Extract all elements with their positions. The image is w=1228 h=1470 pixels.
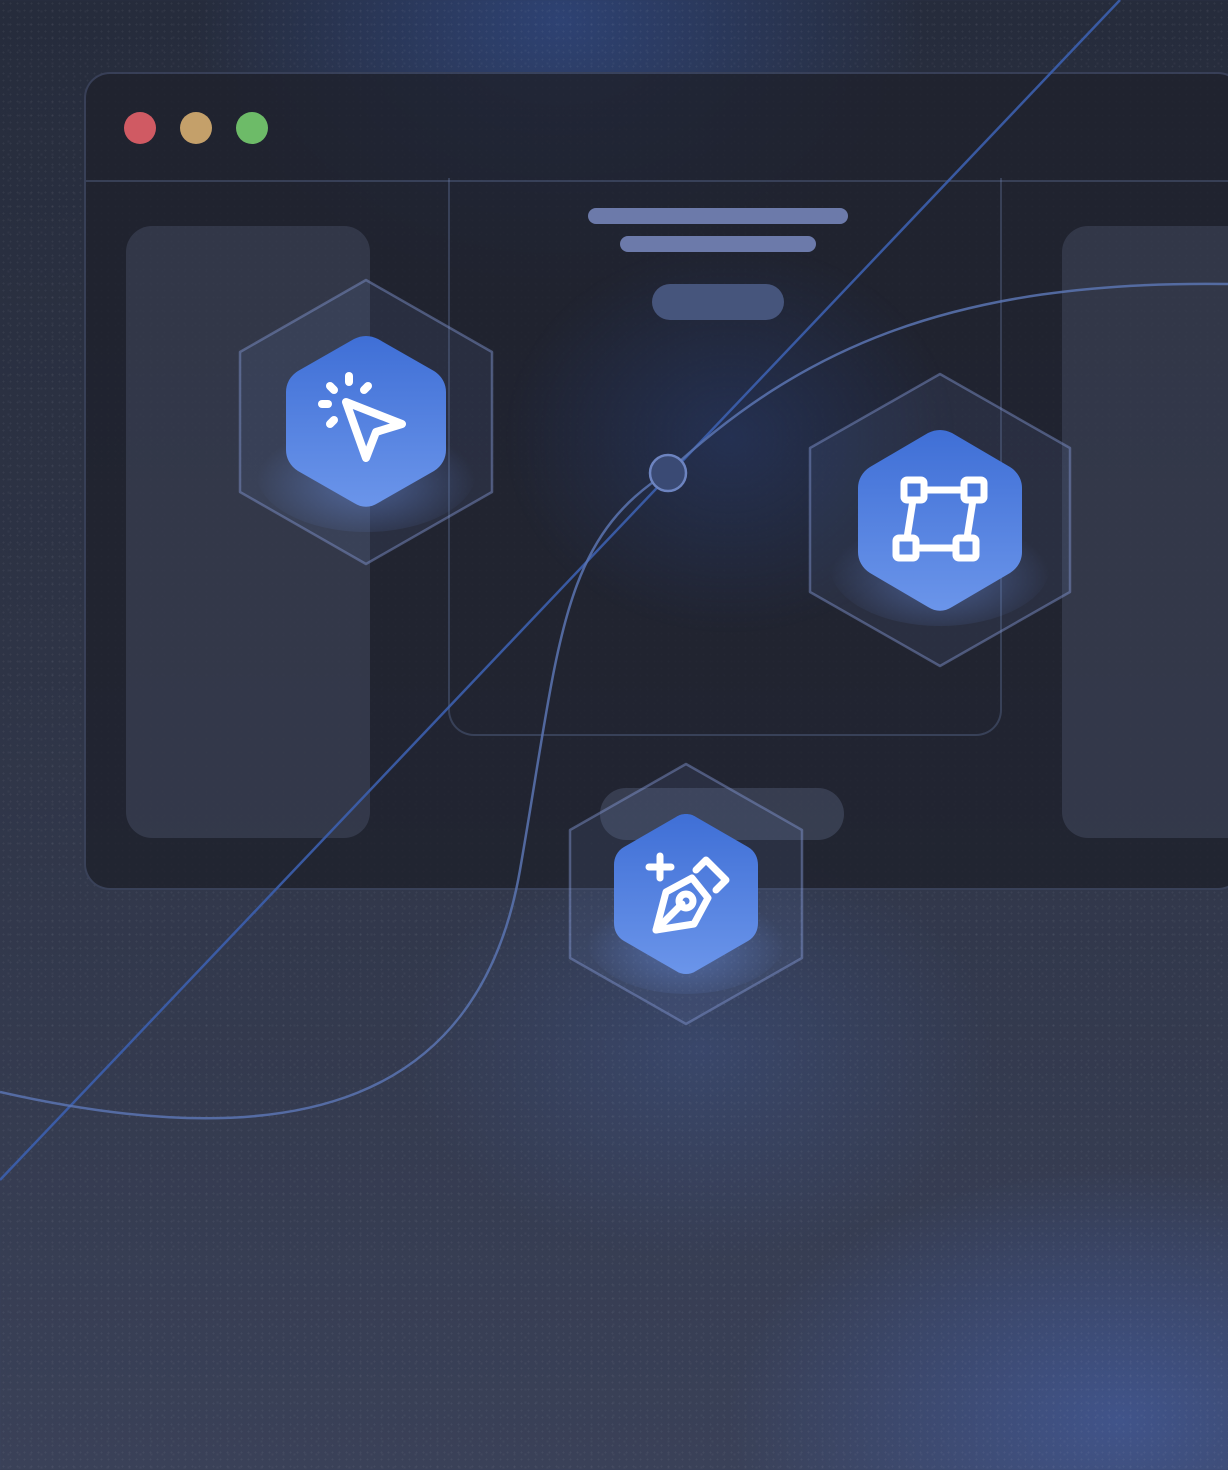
pointer-tool-hex[interactable]: [230, 272, 502, 572]
pen-tool-hex[interactable]: [562, 758, 810, 1030]
decorative-curves: [0, 0, 1228, 1181]
anchor-point: [648, 453, 688, 493]
transform-tool-hex[interactable]: [800, 366, 1080, 674]
